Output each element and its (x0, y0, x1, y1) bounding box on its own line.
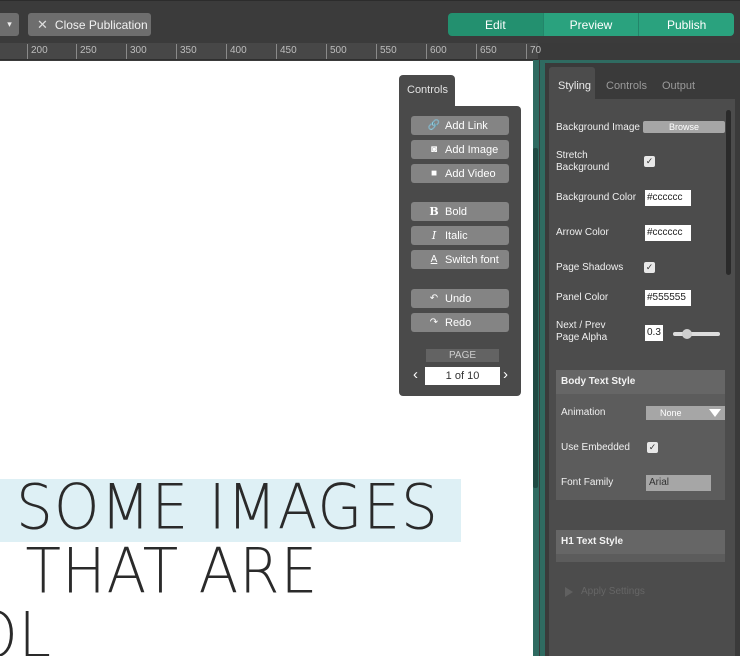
ruler-tick: 500 (326, 44, 347, 59)
h1-text-style-section (556, 554, 725, 562)
panel-color-input[interactable]: #555555 (645, 290, 691, 306)
bold-button[interactable]: B Bold (411, 202, 509, 221)
button-label: Add Link (445, 119, 488, 132)
button-label: Italic (445, 229, 468, 242)
animation-value: None (660, 408, 682, 418)
tab-controls[interactable]: Controls (597, 67, 647, 104)
ruler-tick: 450 (276, 44, 297, 59)
settings-scrollbar[interactable] (726, 110, 731, 275)
stretch-background-label: Stretch Background (556, 150, 610, 173)
ruler-tick: 550 (376, 44, 397, 59)
undo-button[interactable]: ↶ Undo (411, 289, 509, 308)
camera-icon: ◙ (430, 144, 438, 155)
button-label: Add Video (445, 167, 496, 180)
canvas-scrollbar[interactable] (533, 148, 538, 488)
arrow-color-label: Arrow Color (556, 227, 609, 238)
page-number-input[interactable]: 1 of 10 (425, 367, 500, 385)
mode-switcher: Edit Preview Publish (448, 13, 735, 36)
add-link-button[interactable]: 🔗 Add Link (411, 116, 509, 135)
link-icon: 🔗 (427, 120, 441, 131)
horizontal-ruler: 200 250 300 350 400 450 500 550 600 650 … (0, 43, 541, 60)
font-family-input[interactable]: Arial (646, 475, 711, 491)
button-label: Switch font (445, 253, 499, 266)
page-shadows-checkbox[interactable]: ✓ (644, 262, 655, 273)
page-alpha-input[interactable]: 0.3 (645, 325, 663, 341)
arrow-color-input[interactable]: #cccccc (645, 225, 691, 241)
canvas-text-line[interactable]: SOME IMAGES (16, 470, 439, 543)
italic-button[interactable]: I Italic (411, 226, 509, 245)
page-alpha-label: Next / Prev Page Alpha (556, 320, 608, 343)
menu-dropdown-button[interactable]: ▾ (0, 13, 19, 36)
panel-color-label: Panel Color (556, 292, 609, 303)
undo-icon: ↶ (429, 293, 439, 304)
background-image-label: Background Image (556, 122, 640, 133)
tab-styling[interactable]: Styling (549, 67, 595, 104)
close-publication-button[interactable]: ✕ Close Publication (28, 13, 151, 36)
page-alpha-slider[interactable] (673, 332, 720, 336)
panel-border (540, 60, 545, 656)
tab-output[interactable]: Output (653, 67, 703, 104)
page-shadows-label: Page Shadows (556, 262, 624, 273)
ruler-tick: 400 (226, 44, 247, 59)
button-label: Bold (445, 205, 468, 218)
canvas-text-line[interactable]: I THAT ARE (0, 534, 318, 607)
ruler-tick: 600 (426, 44, 447, 59)
top-toolbar: ▾ ✕ Close Publication Edit Preview Publi… (0, 0, 740, 43)
redo-button[interactable]: ↷ Redo (411, 313, 509, 332)
button-label: Redo (445, 316, 472, 329)
controls-tab[interactable]: Controls (399, 75, 455, 108)
chevron-down-icon (709, 409, 721, 417)
body-text-style-header[interactable]: Body Text Style (556, 370, 725, 394)
page-alpha-slider-knob[interactable] (682, 329, 692, 339)
ruler-tick: 250 (76, 44, 97, 59)
button-label: Undo (445, 292, 472, 305)
next-page-arrow-icon[interactable]: › (503, 366, 508, 384)
stretch-background-checkbox[interactable]: ✓ (644, 156, 655, 167)
use-embedded-label: Use Embedded (561, 442, 630, 453)
italic-icon: I (431, 229, 437, 242)
close-icon: ✕ (37, 16, 48, 32)
close-publication-label: Close Publication (54, 17, 148, 32)
font-icon: A (430, 254, 438, 265)
edit-mode-button[interactable]: Edit (448, 13, 544, 36)
background-color-label: Background Color (556, 192, 637, 203)
play-icon (565, 586, 573, 597)
apply-settings-label: Apply Settings (581, 586, 645, 597)
button-label: Add Image (445, 143, 499, 156)
add-video-button[interactable]: ■ Add Video (411, 164, 509, 183)
preview-mode-button[interactable]: Preview (543, 13, 640, 36)
publish-button[interactable]: Publish (639, 13, 735, 36)
animation-label: Animation (561, 407, 606, 418)
bold-icon: B (429, 205, 439, 218)
font-family-label: Font Family (561, 477, 614, 488)
redo-icon: ↷ (429, 317, 439, 328)
ruler-tick: 70 (526, 44, 541, 59)
apply-settings-button[interactable]: Apply Settings (565, 586, 645, 597)
page-label: PAGE (426, 349, 499, 362)
animation-select[interactable]: None (646, 406, 725, 420)
ruler-tick: 200 (27, 44, 48, 59)
prev-page-arrow-icon[interactable]: ‹ (413, 366, 418, 384)
ruler-tick: 650 (476, 44, 497, 59)
switch-font-button[interactable]: A Switch font (411, 250, 509, 269)
browse-button[interactable]: Browse (643, 121, 725, 133)
video-icon: ■ (430, 168, 438, 179)
ruler-tick: 300 (126, 44, 147, 59)
use-embedded-checkbox[interactable]: ✓ (647, 442, 658, 453)
h1-text-style-header[interactable]: H1 Text Style (556, 530, 725, 554)
ruler-tick: 350 (176, 44, 197, 59)
background-color-input[interactable]: #cccccc (645, 190, 691, 206)
controls-panel: 🔗 Add Link ◙ Add Image ■ Add Video B Bold II… (399, 106, 521, 396)
add-image-button[interactable]: ◙ Add Image (411, 140, 509, 159)
canvas-text-line[interactable]: OL (0, 598, 52, 656)
